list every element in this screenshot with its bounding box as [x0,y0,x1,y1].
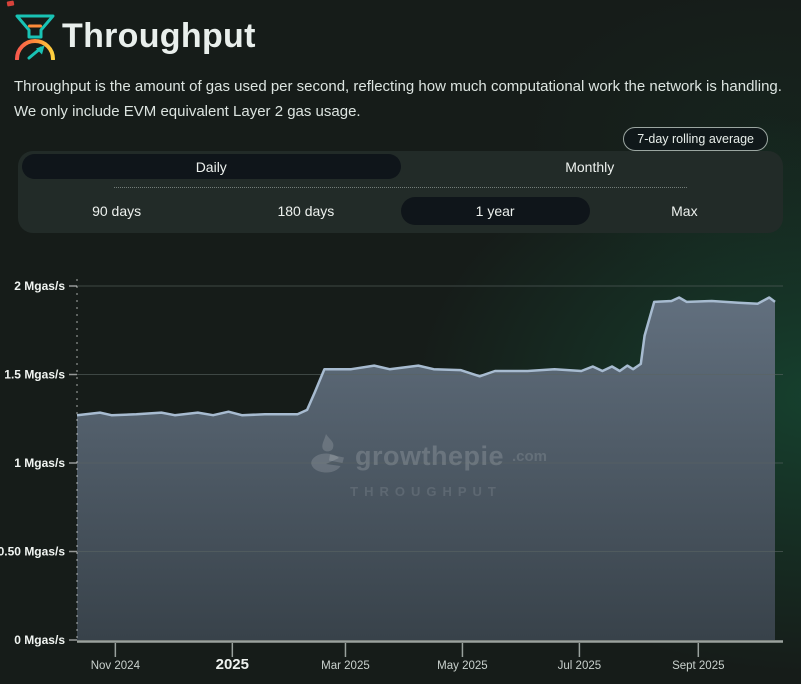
y-axis-label: 0 Mgas/s [14,633,65,647]
controls-divider [114,187,687,188]
frequency-toggle: Daily Monthly [22,154,779,179]
x-axis-label: Nov 2024 [91,660,141,672]
daily-button[interactable]: Daily [22,154,401,179]
y-axis-label: 2 Mgas/s [14,279,65,293]
x-axis-label: Jul 2025 [558,660,601,672]
x-axis-label: May 2025 [437,660,488,672]
y-axis-label: 1 Mgas/s [14,456,65,470]
y-axis-label: 0.50 Mgas/s [0,545,65,559]
x-axis-label: Mar 2025 [321,660,370,672]
range-90d-button[interactable]: 90 days [22,197,211,225]
range-max-button[interactable]: Max [590,197,779,225]
chart-controls-panel: Daily Monthly 90 days 180 days 1 year Ma… [18,151,783,233]
x-axis-label: 2025 [216,656,249,673]
range-180d-button[interactable]: 180 days [211,197,400,225]
throughput-chart[interactable]: 2 Mgas/s 1.5 Mgas/s 1 Mgas/s 0.50 Mgas/s 0 M… [0,0,801,684]
rolling-average-badge: 7-day rolling average [623,127,768,151]
area-series[interactable] [77,298,775,641]
monthly-button[interactable]: Monthly [401,154,780,179]
x-axis-label: Sept 2025 [672,660,724,672]
range-selector: 90 days 180 days 1 year Max [22,197,779,225]
y-axis-label: 1.5 Mgas/s [4,368,65,382]
range-1y-button[interactable]: 1 year [401,197,590,225]
